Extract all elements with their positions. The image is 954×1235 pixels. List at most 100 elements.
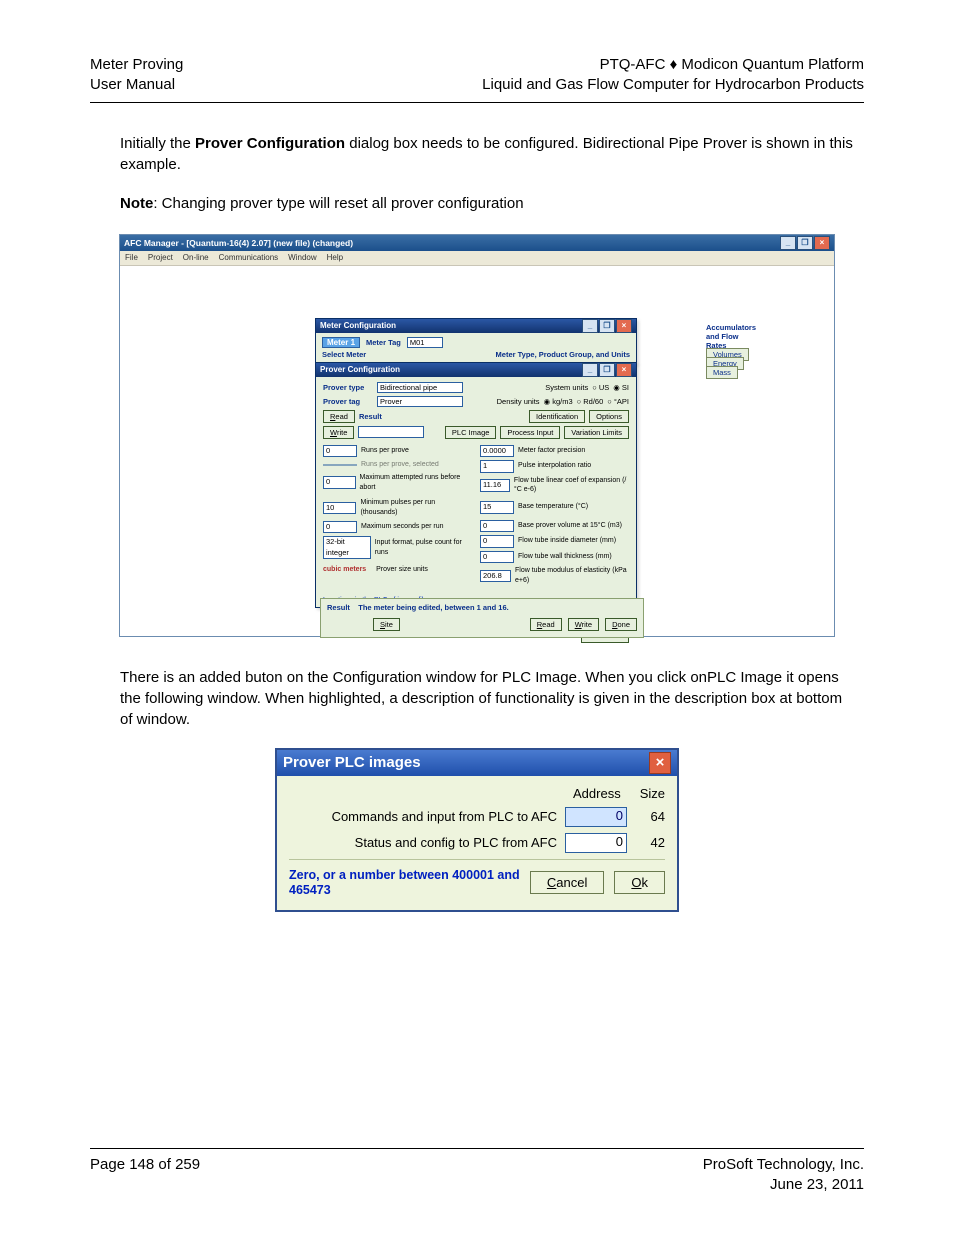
afc-manager-window: AFC Manager - [Quantum-16(4) 2.07] (new …	[119, 234, 835, 637]
minimize-icon[interactable]: _	[780, 236, 796, 250]
meter-config-title: Meter Configuration	[320, 321, 396, 330]
hdr-right-1: PTQ-AFC ♦ Modicon Quantum Platform	[482, 55, 864, 75]
plc-address-input[interactable]: 0	[565, 833, 627, 853]
param-label: Base temperature (°C)	[518, 502, 588, 512]
menu-comm[interactable]: Communications	[219, 253, 279, 262]
inside-dia-input[interactable]: 0	[480, 535, 514, 548]
page-footer: Page 148 of 259 ProSoft Technology, Inc.…	[90, 1148, 864, 1196]
prover-size-units: cubic meters	[323, 565, 366, 575]
page-header: Meter Proving User Manual PTQ-AFC ♦ Modi…	[90, 55, 864, 96]
right-param-col: 0.0000 Meter factor precision 1 Pulse inte…	[480, 445, 629, 589]
plc-size-value: 64	[635, 809, 665, 824]
close-icon[interactable]: ×	[616, 319, 632, 333]
write-button[interactable]: Write	[323, 426, 354, 439]
modulus-input[interactable]: 206.8	[480, 570, 511, 583]
du-kg[interactable]: ◉ kg/m3	[544, 397, 573, 406]
result-group: Result	[327, 603, 350, 612]
max-runs-input[interactable]: 0	[323, 476, 356, 489]
close-icon[interactable]: ×	[616, 363, 632, 377]
maximize-icon[interactable]: ❐	[599, 363, 615, 377]
du-rd[interactable]: ○ Rd/60	[577, 397, 604, 406]
left-param-col: 0 Runs per prove Runs per prove, selected…	[323, 445, 472, 589]
menu-help[interactable]: Help	[327, 253, 343, 262]
max-seconds-input[interactable]: 0	[323, 521, 357, 534]
param-label: Maximum seconds per run	[361, 522, 443, 532]
col-header-address: Address	[573, 786, 627, 801]
process-input-button[interactable]: Process Input	[500, 426, 560, 439]
plc-row-label: Commands and input from PLC to AFC	[289, 809, 557, 824]
read-button[interactable]: Read	[323, 410, 355, 423]
pulse-ratio-input[interactable]: 1	[480, 460, 514, 473]
cancel-button[interactable]: Cancel	[530, 871, 604, 894]
plc-dialog-titlebar[interactable]: Prover PLC images ×	[277, 750, 677, 776]
base-volume-input[interactable]: 0	[480, 520, 514, 533]
param-label: Flow tube modulus of elasticity (kPa e+6…	[515, 566, 629, 586]
lin-coef-input[interactable]: 11.16	[480, 479, 510, 492]
plc-image-button[interactable]: PLC Image	[445, 426, 497, 439]
param-label: Runs per prove, selected	[361, 460, 439, 470]
menu-project[interactable]: Project	[148, 253, 173, 262]
su-us[interactable]: ○ US	[592, 383, 609, 392]
hdr-left-1: Meter Proving	[90, 55, 183, 75]
read-button-2[interactable]: Read	[530, 618, 562, 631]
base-temp-input[interactable]: 15	[480, 501, 514, 514]
input-format-select[interactable]: 32-bit integer	[323, 536, 371, 559]
param-label: Meter factor precision	[518, 446, 585, 456]
note-label: Note	[120, 193, 153, 214]
identification-button[interactable]: Identification	[529, 410, 585, 423]
meter-config-titlebar[interactable]: Meter Configuration _ ❐ ×	[316, 319, 636, 333]
param-label: Pulse interpolation ratio	[518, 461, 591, 471]
param-label: Maximum attempted runs before abort	[360, 473, 472, 493]
meter-factor-input[interactable]: 0.0000	[480, 445, 514, 458]
note-line: Note: Changing prover type will reset al…	[120, 193, 854, 214]
variation-limits-button[interactable]: Variation Limits	[564, 426, 629, 439]
options-button[interactable]: Options	[589, 410, 629, 423]
close-icon[interactable]: ×	[649, 752, 671, 774]
prover-config-titlebar[interactable]: Prover Configuration _ ❐ ×	[316, 363, 636, 377]
min-pulses-input[interactable]: 10	[323, 502, 356, 515]
minimize-icon[interactable]: _	[582, 319, 598, 333]
runs-selected-input	[323, 464, 357, 466]
prover-tag-input[interactable]: Prover	[377, 396, 463, 407]
maximize-icon[interactable]: ❐	[599, 319, 615, 333]
meter-tag-input[interactable]: M01	[407, 337, 443, 348]
wall-thick-input[interactable]: 0	[480, 551, 514, 564]
footer-right-2: June 23, 2011	[703, 1175, 864, 1195]
param-label: Flow tube inside diameter (mm)	[518, 536, 616, 546]
meter-button[interactable]: Meter 1	[322, 337, 360, 348]
site-button[interactable]: Site	[373, 618, 400, 631]
menu-online[interactable]: On-line	[183, 253, 209, 262]
param-label: Flow tube linear coef of expansion (/°C …	[514, 476, 629, 496]
menu-file[interactable]: File	[125, 253, 138, 262]
afc-titlebar[interactable]: AFC Manager - [Quantum-16(4) 2.07] (new …	[120, 235, 834, 251]
plc-address-input[interactable]: 0	[565, 807, 627, 827]
write-button-2[interactable]: Write	[568, 618, 599, 631]
su-si[interactable]: ◉ SI	[613, 383, 629, 392]
plc-help-text: Zero, or a number between 400001 and 465…	[289, 868, 520, 898]
result-group-label: Result	[359, 412, 382, 421]
afc-client-area: Meter Configuration _ ❐ × Meter 1 Meter …	[120, 266, 834, 636]
density-units-label: Density units	[497, 397, 540, 406]
param-label: Minimum pulses per run (thousands)	[360, 498, 472, 518]
menu-window[interactable]: Window	[288, 253, 316, 262]
result-box	[358, 426, 424, 438]
intro-bold: Prover Configuration	[195, 135, 345, 152]
header-rule	[90, 102, 864, 103]
runs-per-prove-input[interactable]: 0	[323, 445, 357, 458]
prover-type-select[interactable]: Bidirectional pipe	[377, 382, 463, 393]
param-label: Runs per prove	[361, 446, 409, 456]
ok-button[interactable]: Ok	[614, 871, 665, 894]
mid-paragraph: There is an added buton on the Configura…	[120, 667, 854, 730]
prover-config-title: Prover Configuration	[320, 365, 400, 374]
note-text: : Changing prover type will reset all pr…	[153, 193, 523, 214]
du-api[interactable]: ○ °API	[607, 397, 629, 406]
meter-tag-label: Meter Tag	[366, 338, 401, 347]
param-label: Base prover volume at 15°C (m3)	[518, 521, 622, 531]
prover-type-label: Prover type	[323, 383, 373, 392]
minimize-icon[interactable]: _	[582, 363, 598, 377]
done-button-2[interactable]: Done	[605, 618, 637, 631]
prover-plc-images-dialog: Prover PLC images × Address Size Command…	[275, 748, 679, 912]
close-icon[interactable]: ×	[814, 236, 830, 250]
select-meter-label: Select Meter	[322, 350, 366, 359]
maximize-icon[interactable]: ❐	[797, 236, 813, 250]
